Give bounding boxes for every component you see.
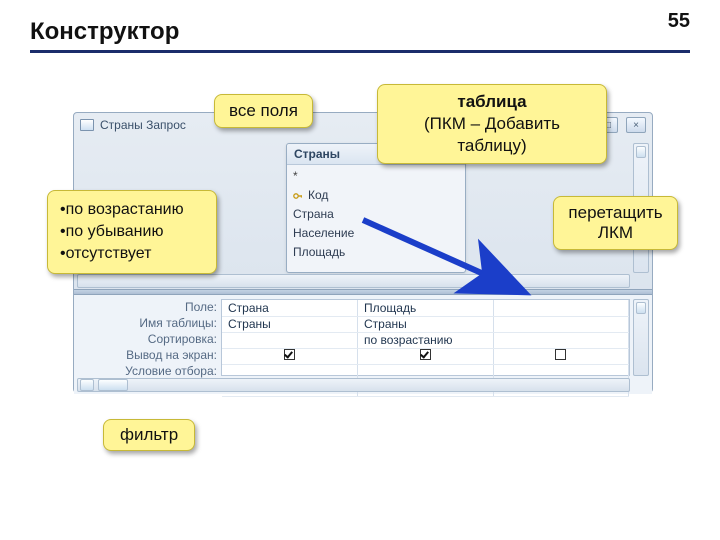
- grid-hscrollbar[interactable]: [77, 378, 630, 392]
- upper-hscrollbar[interactable]: [77, 274, 630, 288]
- cell-field-1[interactable]: Страна: [222, 300, 358, 316]
- cell-field-3[interactable]: [493, 300, 629, 316]
- key-icon: [293, 191, 303, 201]
- sort-opt-none: отсутствует: [66, 243, 152, 265]
- label-field: Поле:: [77, 299, 217, 315]
- callout-filter: фильтр: [103, 419, 195, 451]
- checkbox-show-1[interactable]: [284, 349, 295, 360]
- label-table: Имя таблицы:: [77, 315, 217, 331]
- label-show: Вывод на экран:: [77, 347, 217, 363]
- grid-vscrollbar[interactable]: [633, 299, 649, 376]
- cell-sort-1[interactable]: [222, 332, 358, 348]
- label-sort: Сортировка:: [77, 331, 217, 347]
- field-area[interactable]: Площадь: [293, 243, 459, 262]
- title-underline: [30, 50, 690, 53]
- cell-table-1[interactable]: Страны: [222, 316, 358, 332]
- sort-opt-asc: по возрастанию: [66, 199, 184, 221]
- cell-show-1[interactable]: [222, 348, 358, 364]
- design-grid-zone: Поле: Имя таблицы: Сортировка: Вывод на …: [74, 295, 652, 394]
- page-number: 55: [668, 10, 690, 33]
- design-grid[interactable]: Страна Площадь Страны Страны по возраста…: [221, 299, 630, 376]
- cell-sort-3[interactable]: [493, 332, 629, 348]
- field-star[interactable]: *: [293, 167, 459, 186]
- field-id-label: Код: [308, 186, 328, 205]
- window-icon: [80, 119, 94, 131]
- field-id[interactable]: Код: [293, 186, 459, 205]
- callout-drag: перетащить ЛКМ: [553, 196, 678, 250]
- field-list[interactable]: * Код Страна Население Площадь: [287, 165, 465, 264]
- cell-show-3[interactable]: [493, 348, 629, 364]
- field-population[interactable]: Население: [293, 224, 459, 243]
- callout-table: таблица (ПКМ – Добавить таблицу): [377, 84, 607, 164]
- page-title: Конструктор: [30, 18, 690, 46]
- cell-table-2[interactable]: Страны: [358, 316, 494, 332]
- callout-sort-options: •по возрастанию •по убыванию •отсутствуе…: [47, 190, 217, 274]
- field-country[interactable]: Страна: [293, 205, 459, 224]
- cell-table-3[interactable]: [493, 316, 629, 332]
- callout-all-fields: все поля: [214, 94, 313, 128]
- checkbox-show-2[interactable]: [420, 349, 431, 360]
- cell-field-2[interactable]: Площадь: [358, 300, 494, 316]
- callout-table-hint: (ПКМ – Добавить таблицу): [388, 113, 596, 157]
- checkbox-show-3[interactable]: [555, 349, 566, 360]
- cell-sort-2[interactable]: по возрастанию: [358, 332, 494, 348]
- label-criteria: Условие отбора:: [77, 363, 217, 379]
- sort-opt-desc: по убыванию: [66, 221, 164, 243]
- callout-table-title: таблица: [388, 91, 596, 113]
- cell-show-2[interactable]: [358, 348, 494, 364]
- close-button[interactable]: ×: [626, 117, 646, 133]
